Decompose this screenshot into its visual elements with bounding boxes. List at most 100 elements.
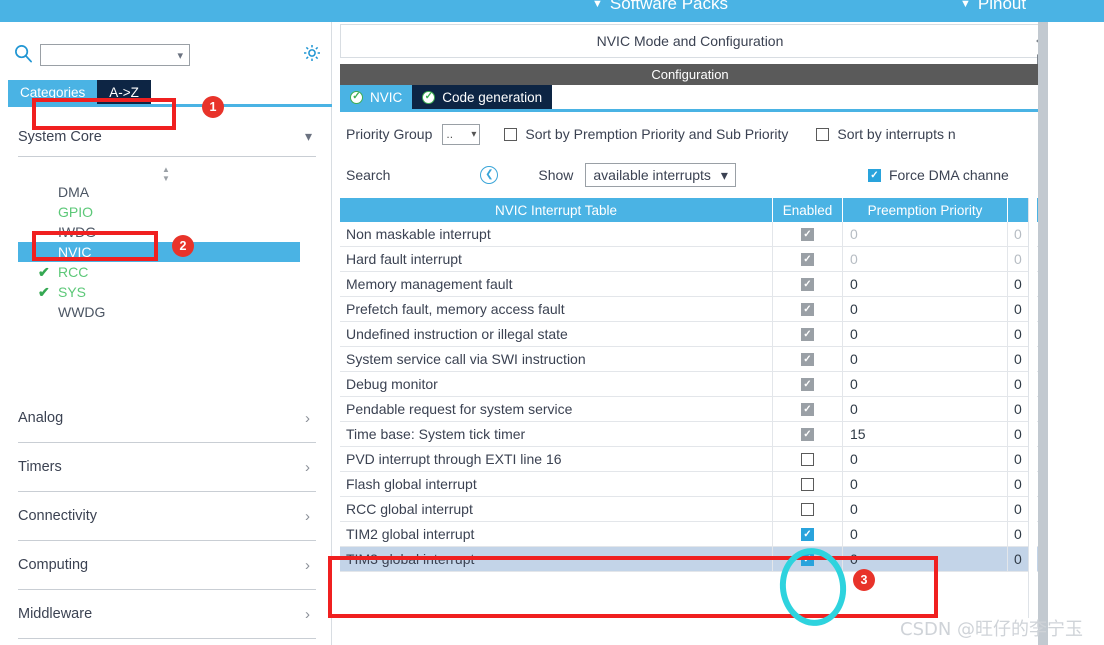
preemption-priority-cell[interactable]: 0 — [843, 222, 1008, 246]
enabled-checkbox[interactable] — [801, 277, 814, 291]
sort-premption-checkbox[interactable] — [504, 127, 518, 141]
enabled-checkbox[interactable] — [801, 252, 814, 266]
enabled-checkbox[interactable] — [801, 477, 814, 491]
enabled-checkbox[interactable] — [801, 502, 814, 516]
preemption-priority-cell[interactable]: 0 — [843, 547, 1008, 571]
tab-categories[interactable]: Categories — [8, 80, 98, 104]
enabled-checkbox[interactable] — [801, 327, 814, 341]
preemption-priority-cell[interactable]: 0 — [843, 247, 1008, 271]
enabled-checkbox[interactable] — [801, 427, 814, 441]
preemption-priority-value[interactable]: 0 — [850, 251, 858, 267]
sub-priority-value[interactable]: 0 — [1014, 376, 1022, 392]
menu-software-packs[interactable]: ▼ Software Packs — [592, 0, 728, 14]
sub-priority-value[interactable]: 0 — [1014, 301, 1022, 317]
enabled-cell[interactable] — [773, 497, 843, 521]
list-scroll-spinner[interactable]: ▲ ▼ — [158, 164, 174, 184]
preemption-priority-value[interactable]: 0 — [850, 376, 858, 392]
enabled-checkbox[interactable] — [801, 452, 814, 466]
sidebar-item-nvic[interactable]: NVIC — [18, 242, 300, 262]
sub-priority-value[interactable]: 0 — [1014, 476, 1022, 492]
sidebar-item-iwdg[interactable]: IWDG — [18, 222, 300, 242]
table-row[interactable]: Hard fault interrupt 0 0 — [340, 247, 1040, 272]
search-input[interactable]: ▾ — [40, 44, 190, 66]
sidebar-item-sys[interactable]: ✔ SYS — [18, 282, 300, 302]
enabled-cell[interactable] — [773, 322, 843, 346]
preemption-priority-cell[interactable]: 0 — [843, 297, 1008, 321]
table-row[interactable]: TIM3 global interrupt 0 0 — [340, 547, 1040, 572]
preemption-priority-value[interactable]: 0 — [850, 226, 858, 242]
tab-code-generation[interactable]: ✓ Code generation — [412, 85, 553, 109]
preemption-priority-cell[interactable]: 0 — [843, 522, 1008, 546]
table-row[interactable]: PVD interrupt through EXTI line 16 0 0 — [340, 447, 1040, 472]
preemption-priority-value[interactable]: 0 — [850, 451, 858, 467]
chevron-left-circle-icon[interactable]: ❮ — [480, 166, 499, 184]
table-row[interactable]: Debug monitor 0 0 — [340, 372, 1040, 397]
enabled-cell[interactable] — [773, 347, 843, 371]
enabled-cell[interactable] — [773, 447, 843, 471]
show-select[interactable]: available interrupts ▾ — [585, 163, 736, 187]
sidebar-category-timers[interactable]: Timers › — [18, 443, 316, 492]
sidebar-category-analog[interactable]: Analog › — [18, 394, 316, 443]
sidebar-category-system-core[interactable]: System Core ▾ — [18, 117, 316, 157]
sub-priority-value[interactable]: 0 — [1014, 326, 1022, 342]
column-header-preemption[interactable]: Preemption Priority — [843, 198, 1008, 222]
preemption-priority-value[interactable]: 0 — [850, 301, 858, 317]
sidebar-item-wwdg[interactable]: WWDG — [18, 302, 300, 322]
table-row[interactable]: Time base: System tick timer 15 0 — [340, 422, 1040, 447]
sidebar-category-middleware[interactable]: Middleware › — [18, 590, 316, 639]
table-row[interactable]: TIM2 global interrupt 0 0 — [340, 522, 1040, 547]
sub-priority-value[interactable]: 0 — [1014, 551, 1022, 567]
force-dma-checkbox[interactable] — [867, 168, 881, 182]
sub-priority-value[interactable]: 0 — [1014, 451, 1022, 467]
preemption-priority-cell[interactable]: 0 — [843, 372, 1008, 396]
column-header-enabled[interactable]: Enabled — [773, 198, 843, 222]
preemption-priority-cell[interactable]: 0 — [843, 397, 1008, 421]
enabled-cell[interactable] — [773, 272, 843, 296]
enabled-checkbox[interactable] — [801, 402, 814, 416]
enabled-checkbox[interactable] — [801, 527, 814, 541]
enabled-cell[interactable] — [773, 372, 843, 396]
sub-priority-value[interactable]: 0 — [1014, 501, 1022, 517]
preemption-priority-cell[interactable]: 15 — [843, 422, 1008, 446]
enabled-cell[interactable] — [773, 247, 843, 271]
search-icon[interactable] — [14, 44, 33, 63]
sidebar-item-rcc[interactable]: ✔ RCC — [18, 262, 300, 282]
enabled-checkbox[interactable] — [801, 552, 814, 566]
table-row[interactable]: Non maskable interrupt 0 0 — [340, 222, 1040, 247]
sub-priority-value[interactable]: 0 — [1014, 251, 1022, 267]
enabled-checkbox[interactable] — [801, 377, 814, 391]
sub-priority-value[interactable]: 0 — [1014, 276, 1022, 292]
table-row[interactable]: Pendable request for system service 0 0 — [340, 397, 1040, 422]
panel-vertical-scrollbar[interactable] — [1038, 22, 1048, 645]
table-vertical-scrollbar[interactable] — [1028, 198, 1037, 618]
enabled-cell[interactable] — [773, 422, 843, 446]
preemption-priority-cell[interactable]: 0 — [843, 497, 1008, 521]
preemption-priority-value[interactable]: 0 — [850, 401, 858, 417]
preemption-priority-value[interactable]: 0 — [850, 501, 858, 517]
table-row[interactable]: System service call via SWI instruction 0… — [340, 347, 1040, 372]
sub-priority-value[interactable]: 0 — [1014, 401, 1022, 417]
sort-interrupts-checkbox[interactable] — [816, 127, 830, 141]
table-row[interactable]: Undefined instruction or illegal state 0 0 — [340, 322, 1040, 347]
enabled-cell[interactable] — [773, 547, 843, 571]
sidebar-item-gpio[interactable]: GPIO — [18, 202, 300, 222]
preemption-priority-cell[interactable]: 0 — [843, 272, 1008, 296]
tab-nvic[interactable]: ✓ NVIC — [340, 85, 413, 109]
preemption-priority-cell[interactable]: 0 — [843, 322, 1008, 346]
preemption-priority-value[interactable]: 0 — [850, 526, 858, 542]
preemption-priority-cell[interactable]: 0 — [843, 472, 1008, 496]
preemption-priority-value[interactable]: 0 — [850, 551, 858, 567]
preemption-priority-cell[interactable]: 0 — [843, 347, 1008, 371]
preemption-priority-value[interactable]: 0 — [850, 276, 858, 292]
sub-priority-value[interactable]: 0 — [1014, 351, 1022, 367]
enabled-cell[interactable] — [773, 472, 843, 496]
table-row[interactable]: Prefetch fault, memory access fault 0 0 — [340, 297, 1040, 322]
preemption-priority-value[interactable]: 0 — [850, 326, 858, 342]
enabled-cell[interactable] — [773, 397, 843, 421]
menu-pinout[interactable]: ▼ Pinout — [960, 0, 1026, 14]
enabled-cell[interactable] — [773, 297, 843, 321]
column-header-name[interactable]: NVIC Interrupt Table — [340, 198, 773, 222]
sidebar-item-dma[interactable]: DMA — [18, 182, 300, 202]
enabled-cell[interactable] — [773, 222, 843, 246]
preemption-priority-value[interactable]: 15 — [850, 426, 866, 442]
